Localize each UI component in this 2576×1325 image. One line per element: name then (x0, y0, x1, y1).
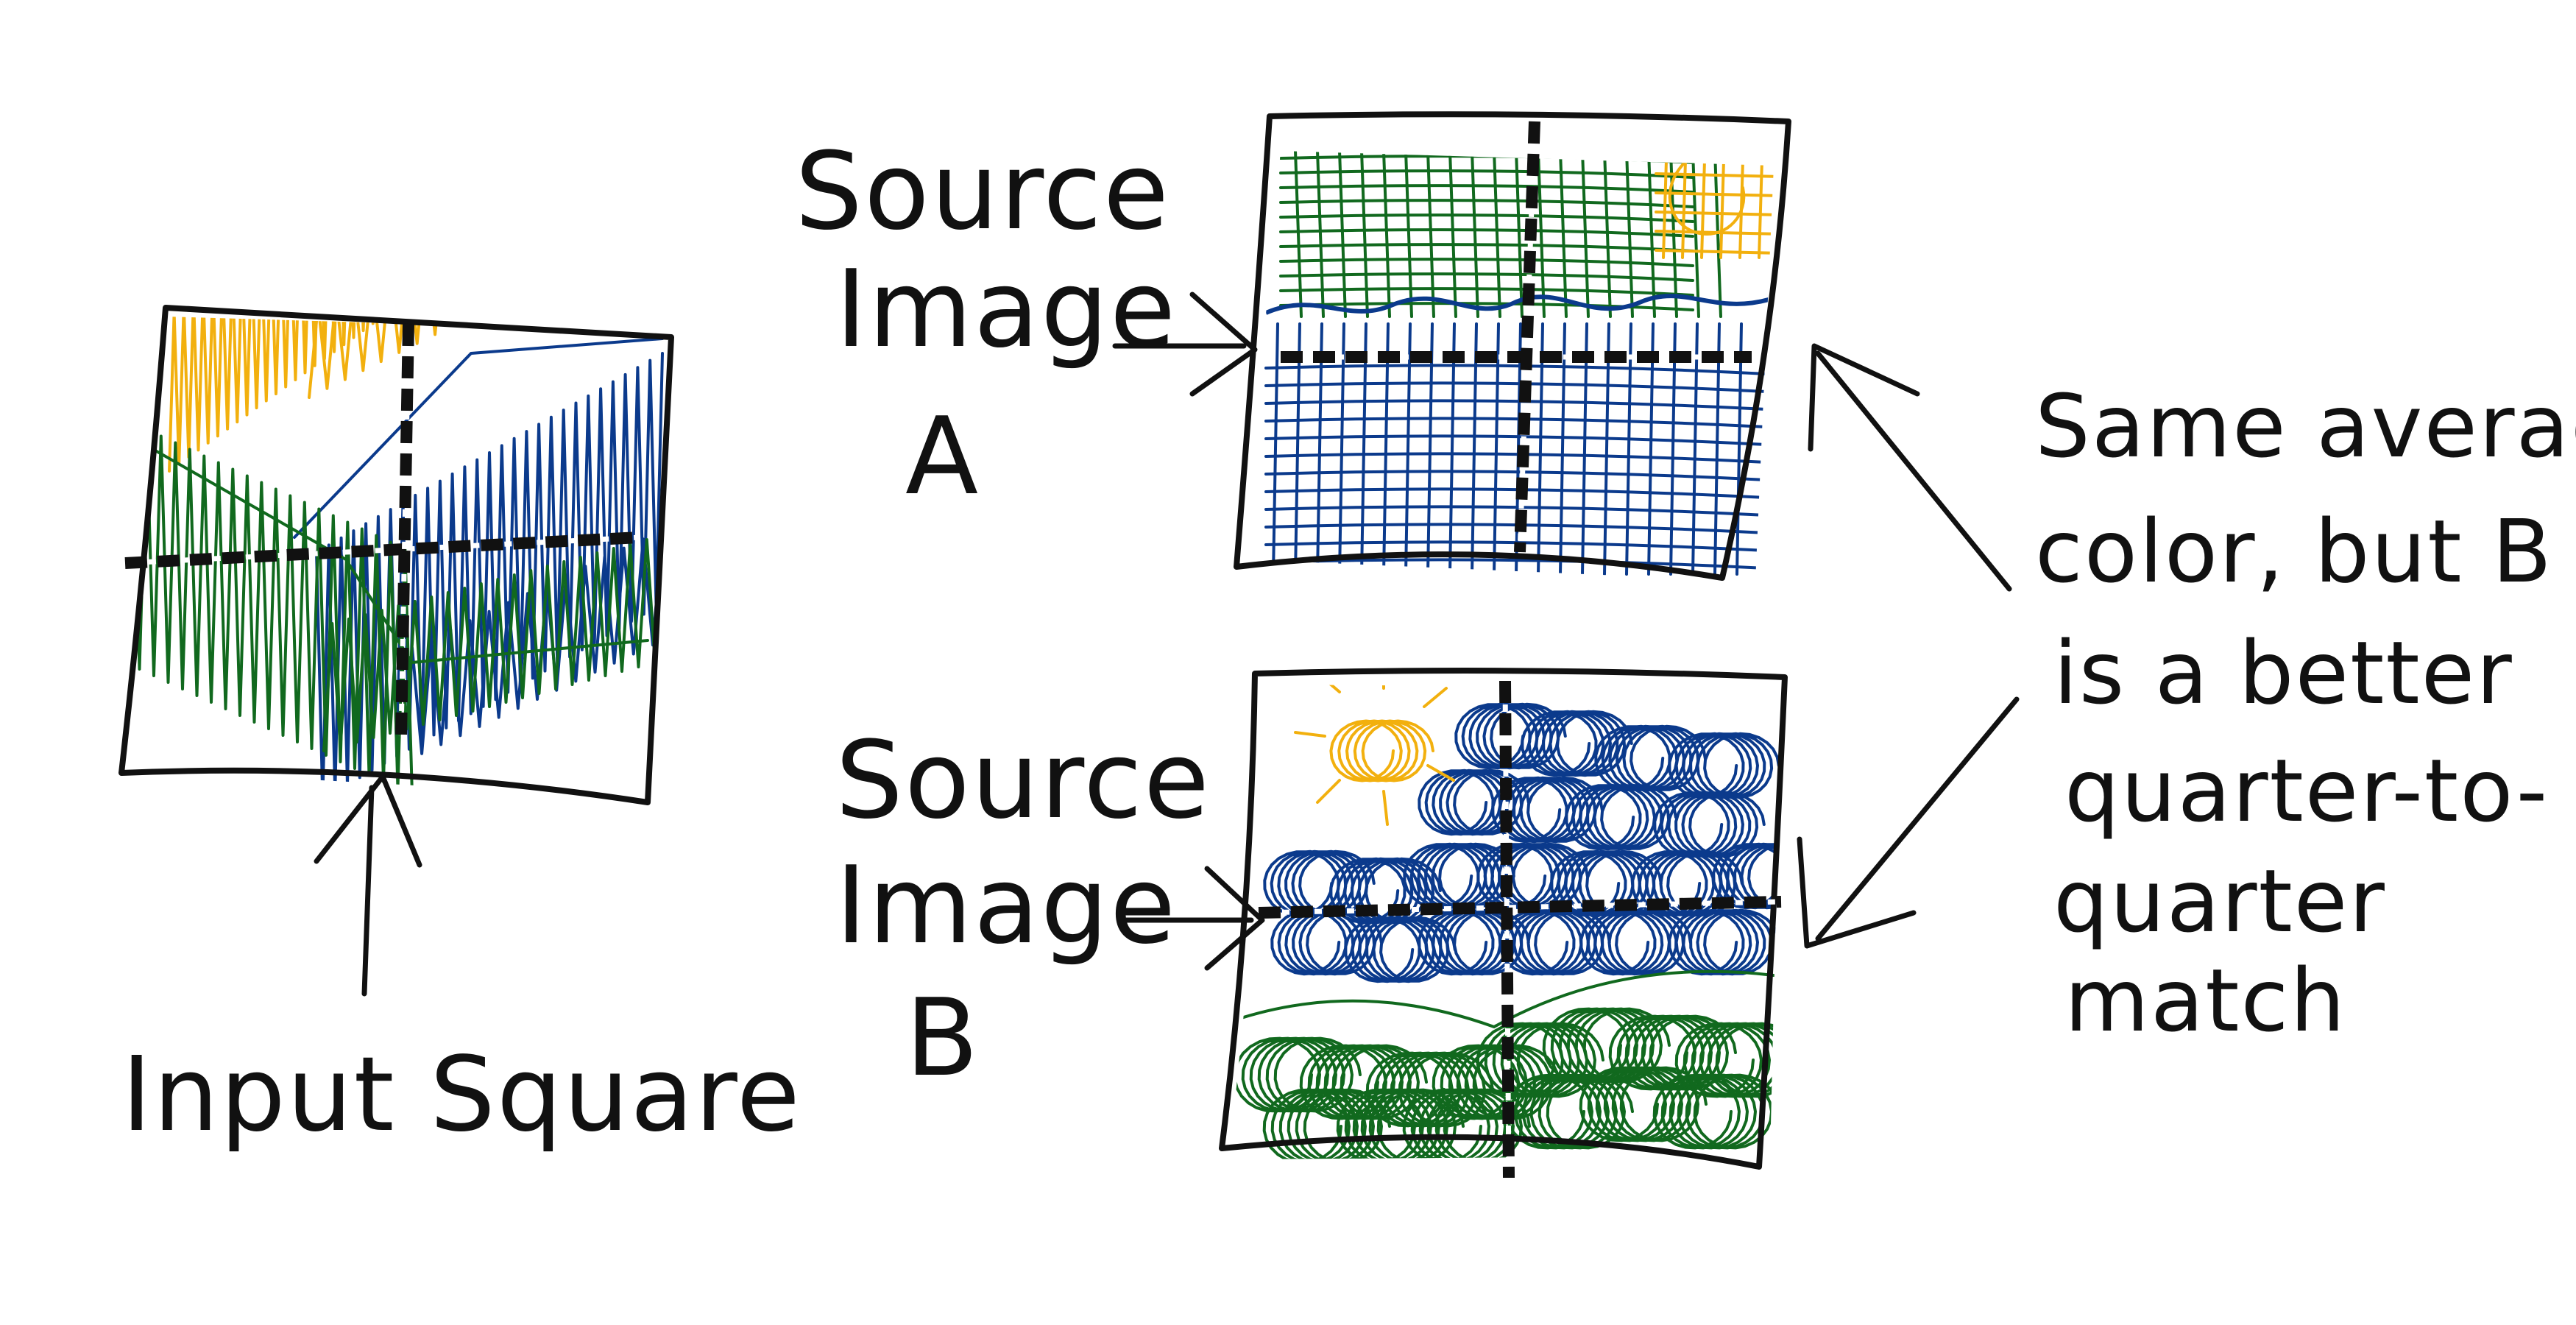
source-a-label-line3: A (905, 395, 980, 519)
scribble-stroke (1662, 151, 1669, 259)
source-b-label: Source Image B (835, 718, 1211, 1100)
scribble-stroke (1691, 322, 1699, 576)
scribble-stroke (1625, 322, 1632, 576)
scribble-stroke (1264, 364, 1768, 375)
scribble-stroke (1360, 151, 1369, 318)
input-square-arrow (314, 774, 422, 997)
scribble-stroke (1264, 381, 1768, 393)
scribble-stroke (1681, 151, 1688, 259)
scribble-stroke (1515, 151, 1524, 318)
scribble-stroke (1294, 685, 1455, 826)
scribble-stroke (1537, 151, 1546, 318)
scribble-stroke (1316, 151, 1325, 318)
source-image-a (1234, 111, 1791, 581)
scribble-stroke (1279, 169, 1694, 179)
source-b-green-bushes (1233, 969, 1781, 1159)
note-arrow-to-b (1797, 696, 2020, 949)
scribble-stroke (1668, 908, 1780, 976)
source-a-green-grass (1279, 151, 1722, 318)
source-a-label-line1: Source (795, 130, 1170, 254)
scribble-stroke (1758, 151, 1764, 259)
scribble-stroke (1493, 151, 1501, 318)
scribble-stroke (1655, 153, 1774, 159)
input-square (118, 305, 674, 805)
source-a-label: Source Image A (795, 130, 1177, 519)
scribble-stroke (1471, 151, 1479, 318)
input-square-label: Input Square (121, 1035, 802, 1155)
scribble-stroke (1279, 184, 1694, 194)
scribble-stroke (1426, 151, 1435, 318)
note-line2: color, but B (2035, 501, 2553, 602)
comparison-note: Same average color, but B is a better qu… (2035, 375, 2576, 1051)
source-b-label-line3: B (905, 976, 980, 1100)
scribble-stroke (1338, 151, 1347, 318)
note-line3: is a better (2053, 622, 2513, 724)
input-green-region (124, 421, 657, 796)
scribble-stroke (1404, 322, 1412, 576)
source-b-sun-icon (1294, 685, 1455, 826)
note-line6: match (2064, 950, 2346, 1051)
scribble-stroke (1404, 151, 1413, 318)
note-line4: quarter-to- (2064, 740, 2549, 841)
scribble-stroke (1382, 151, 1391, 318)
source-b-label-line1: Source (835, 718, 1211, 843)
source-a-label-line2: Image (835, 247, 1177, 372)
scribble-stroke (1279, 155, 1694, 164)
source-b-label-line2: Image (835, 844, 1177, 968)
scribble-stroke (1338, 322, 1345, 576)
scribble-stroke (1272, 322, 1279, 576)
scribble-stroke (1448, 151, 1457, 318)
scribble-stroke (1668, 732, 1780, 799)
source-image-b (1219, 668, 1788, 1179)
scribble-stroke (1579, 908, 1692, 976)
sketch-canvas: Input Square Source Image A Source Image… (118, 111, 2576, 1179)
scribble-stroke (1700, 151, 1707, 259)
note-arrow-to-a (1808, 343, 2012, 592)
source-b-vertical-divider (1499, 680, 1515, 1179)
scribble-stroke (1329, 719, 1434, 782)
note-line1: Same average (2035, 375, 2576, 477)
scribble-stroke (1719, 151, 1726, 259)
note-line5: quarter (2053, 850, 2386, 952)
scribble-stroke (1559, 151, 1568, 318)
